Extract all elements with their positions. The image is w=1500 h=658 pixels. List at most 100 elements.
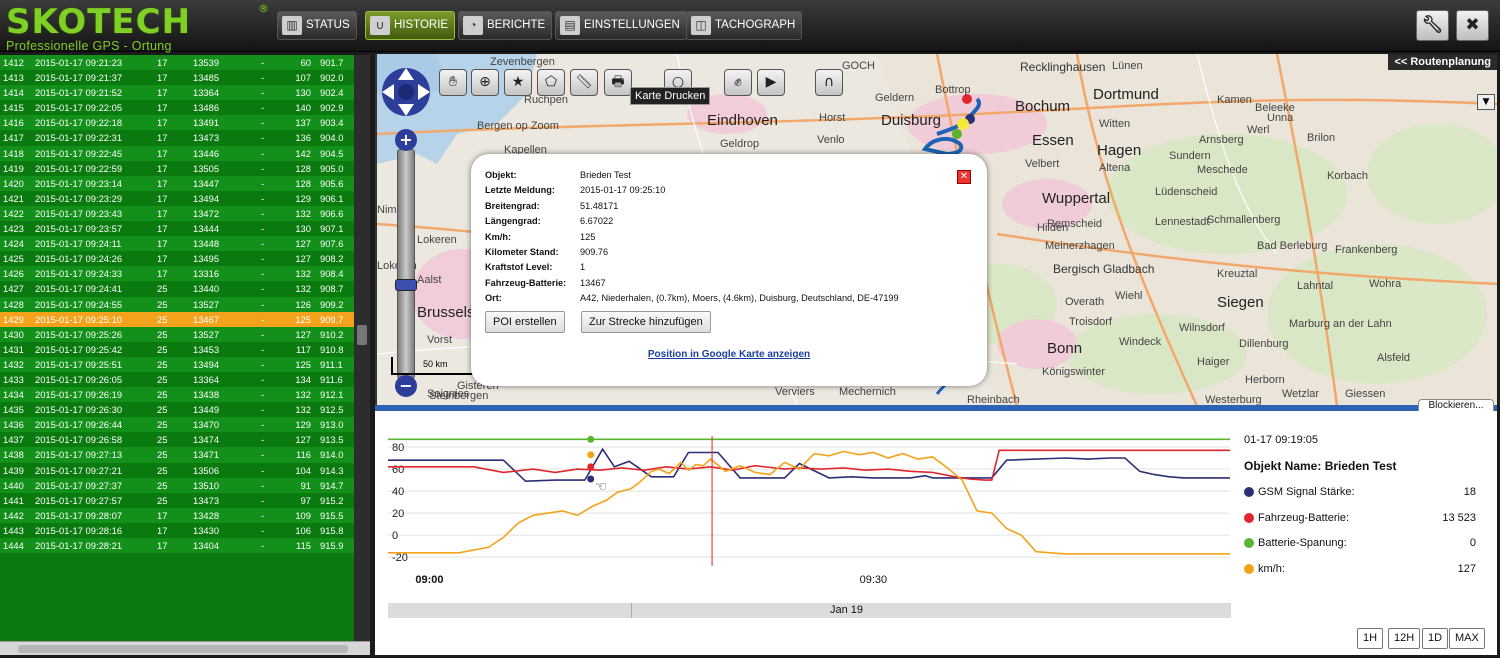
nav-einstellungen[interactable]: ▤ EINSTELLUNGEN: [555, 11, 687, 40]
legend-item[interactable]: km/h: 127: [1244, 562, 1476, 576]
y-tick-label: 40: [392, 486, 404, 498]
horizontal-scrollbar[interactable]: [0, 641, 370, 655]
hover-marker: [587, 475, 595, 483]
range-12h-button[interactable]: 12H: [1388, 628, 1421, 649]
route-planning-button[interactable]: << Routenplanung: [1388, 54, 1497, 70]
list-row[interactable]: 1441 2015-01-17 09:27:57 25 13473 - 97 915.2: [0, 492, 370, 508]
ruler-icon: 📏︎: [575, 74, 593, 90]
legend-item[interactable]: Batterie-Spanung: 0: [1244, 536, 1476, 550]
list-cell: 17: [157, 147, 168, 159]
list-cell: 910.2: [320, 328, 344, 340]
list-row[interactable]: 1418 2015-01-17 09:22:45 17 13446 - 142 904.5: [0, 145, 370, 161]
add-to-route-button[interactable]: Zur Strecke hinzufügen: [581, 311, 711, 333]
zoom-track[interactable]: [397, 149, 415, 379]
list-row[interactable]: 1419 2015-01-17 09:22:59 17 13505 - 128 905.0: [0, 160, 370, 176]
list-cell: 912.1: [320, 389, 344, 401]
zoom-handle[interactable]: [395, 279, 417, 291]
play-button[interactable]: ▶: [757, 69, 785, 96]
legend-swatch: [1244, 538, 1254, 548]
list-row[interactable]: 1436 2015-01-17 09:26:44 25 13470 - 129 913.0: [0, 417, 370, 433]
popup-close-button[interactable]: ✕: [957, 170, 971, 184]
list-row[interactable]: 1432 2015-01-17 09:25:51 25 13494 - 125 911.1: [0, 356, 370, 372]
map-place-label: Bad Berleburg: [1257, 240, 1328, 252]
list-row[interactable]: 1416 2015-01-17 09:22:18 17 13491 - 137 903.4: [0, 115, 370, 131]
zoom-in-button[interactable]: +: [395, 129, 417, 151]
list-row[interactable]: 1413 2015-01-17 09:21:37 17 13485 - 107 902.0: [0, 70, 370, 86]
nav-status[interactable]: ▥ STATUS: [277, 11, 357, 40]
map-place-label: Verviers: [775, 386, 815, 398]
list-row[interactable]: 1427 2015-01-17 09:24:41 25 13440 - 132 908.7: [0, 281, 370, 297]
list-row[interactable]: 1422 2015-01-17 09:23:43 17 13472 - 132 906.6: [0, 205, 370, 222]
map-view[interactable]: Zevenbergen Recklinghausen Lünen GOCH Ruchpe…: [375, 54, 1497, 406]
list-row[interactable]: 1412 2015-01-17 09:21:23 17 13539 - 60 901.7: [0, 55, 370, 71]
list-row[interactable]: 1428 2015-01-17 09:24:55 25 13527 - 126 909.2: [0, 296, 370, 312]
vertical-scrollbar[interactable]: [354, 55, 370, 655]
logo-text: SKOTECH: [6, 2, 192, 42]
list-row[interactable]: 1443 2015-01-17 09:28:16 17 13430 - 106 915.8: [0, 522, 370, 538]
list-cell: 1440: [3, 479, 24, 491]
chart-navigator[interactable]: [388, 603, 1231, 618]
nav-label: HISTORIE: [394, 19, 449, 31]
list-cell: 13448: [193, 238, 220, 250]
poi-tool-button[interactable]: ★: [504, 69, 532, 96]
map-place-label: Dillenburg: [1239, 338, 1289, 350]
list-row[interactable]: 1437 2015-01-17 09:26:58 25 13474 - 127 913.5: [0, 432, 370, 448]
create-poi-button[interactable]: POI erstellen: [485, 311, 565, 333]
list-row[interactable]: 1424 2015-01-17 09:24:11 17 13448 - 127 907.6: [0, 236, 370, 252]
range-1h-button[interactable]: 1H: [1357, 628, 1384, 649]
nav-historie[interactable]: ∪ HISTORIE: [365, 11, 456, 40]
google-maps-link[interactable]: Position in Google Karte anzeigen: [471, 349, 987, 360]
list-row[interactable]: 1440 2015-01-17 09:27:37 25 13510 - 91 914.7: [0, 477, 370, 493]
nav-tachograph[interactable]: ◫ TACHOGRAPH: [686, 11, 803, 40]
list-cell: 13364: [193, 87, 220, 99]
legend-item[interactable]: GSM Signal Stärke: 18: [1244, 485, 1476, 499]
list-row[interactable]: 1433 2015-01-17 09:26:05 25 13364 - 134 911.6: [0, 371, 370, 388]
print-button[interactable]: 🖶: [604, 69, 632, 96]
list-row[interactable]: 1430 2015-01-17 09:25:26 25 13527 - 127 910.2: [0, 326, 370, 342]
list-row[interactable]: 1426 2015-01-17 09:24:33 17 13316 - 132 908.4: [0, 266, 370, 282]
list-cell: 915.5: [320, 509, 344, 521]
list-row[interactable]: 1423 2015-01-17 09:23:57 17 13444 - 130 907.1: [0, 221, 370, 237]
legend-item[interactable]: Fahrzeug-Batterie: 13 523: [1244, 511, 1476, 525]
list-row[interactable]: 1434 2015-01-17 09:26:19 25 13438 - 132 912.1: [0, 387, 370, 403]
list-cell: 2015-01-17 09:22:05: [35, 102, 123, 114]
scroll-thumb[interactable]: [18, 645, 348, 653]
map-dropdown[interactable]: ▼: [1477, 94, 1495, 110]
list-row[interactable]: 1438 2015-01-17 09:27:13 25 13471 - 116 914.0: [0, 447, 370, 463]
list-row[interactable]: 1435 2015-01-17 09:26:30 25 13449 - 132 912.5: [0, 402, 370, 418]
list-row[interactable]: 1439 2015-01-17 09:27:21 25 13506 - 104 914.3: [0, 462, 370, 478]
list-row[interactable]: 1425 2015-01-17 09:24:26 17 13495 - 127 908.2: [0, 251, 370, 267]
list-row[interactable]: 1420 2015-01-17 09:23:14 17 13447 - 128 905.6: [0, 175, 370, 191]
pan-control[interactable]: [379, 64, 433, 120]
grab-tool-button[interactable]: ✊︎: [724, 69, 752, 96]
list-row[interactable]: 1444 2015-01-17 09:28:21 17 13404 - 115 915.9: [0, 538, 370, 554]
scroll-thumb[interactable]: [357, 325, 367, 345]
magnet-tool-button[interactable]: ∩: [815, 69, 843, 96]
map-place-label: Witten: [1099, 118, 1131, 130]
settings-wrench-button[interactable]: 🔧︎: [1416, 10, 1449, 41]
polygon-tool-button[interactable]: ⬠: [537, 69, 565, 96]
nav-berichte[interactable]: ◔ BERICHTE: [458, 11, 553, 40]
zoom-out-button[interactable]: −: [395, 375, 417, 397]
list-cell: 2015-01-17 09:27:21: [35, 464, 123, 476]
hand-tool-button[interactable]: ✋︎: [439, 69, 467, 96]
list-row[interactable]: 1415 2015-01-17 09:22:05 17 13486 - 140 902.9: [0, 100, 370, 116]
list-row[interactable]: 1442 2015-01-17 09:28:07 17 13428 - 109 915.5: [0, 507, 370, 523]
list-row[interactable]: 1421 2015-01-17 09:23:29 17 13494 - 129 906.1: [0, 190, 370, 206]
zoom-tool-button[interactable]: ⊕: [471, 69, 499, 96]
range-1d-button[interactable]: 1D: [1422, 628, 1449, 649]
list-row[interactable]: 1414 2015-01-17 09:21:52 17 13364 - 130 902.4: [0, 85, 370, 101]
list-cell: -: [261, 87, 265, 99]
measure-tool-button[interactable]: 📏︎: [570, 69, 598, 96]
list-cell: 140: [295, 102, 311, 114]
list-row[interactable]: 1417 2015-01-17 09:22:31 17 13473 - 136 904.0: [0, 130, 370, 146]
range-max-button[interactable]: MAX: [1449, 628, 1485, 649]
list-cell: 13364: [193, 373, 220, 385]
line-chart[interactable]: 80 60 40 20 0 -20 09:00 09:30 ☜: [375, 411, 1235, 596]
popup-field-label: Kraftstof Level:: [485, 262, 553, 273]
list-row[interactable]: 1429 2015-01-17 09:25:10 25 13467 - 125 909.7: [0, 311, 370, 327]
list-cell: 2015-01-17 09:26:19: [35, 389, 123, 401]
legend-label: GSM Signal Stärke:: [1258, 486, 1355, 498]
list-row[interactable]: 1431 2015-01-17 09:25:42 25 13453 - 117 910.8: [0, 341, 370, 357]
close-button[interactable]: ✖: [1456, 10, 1489, 41]
